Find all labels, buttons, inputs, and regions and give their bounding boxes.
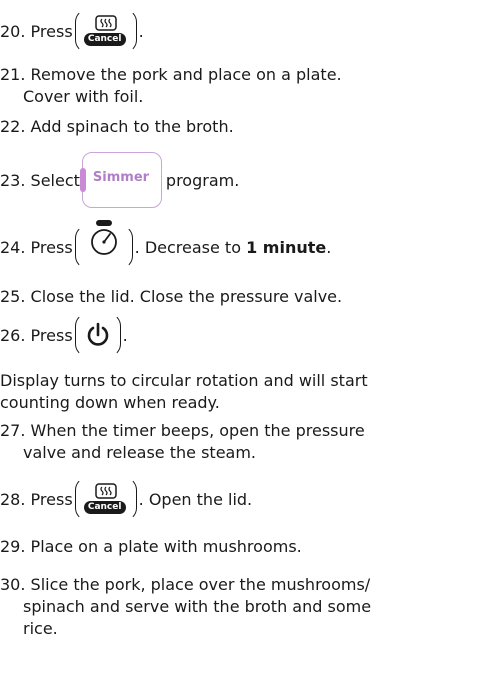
step-text: Press [30,489,73,509]
simmer-label: Simmer [92,170,150,185]
step-text: Press [30,237,73,257]
power-button-graphic [74,313,121,357]
step-number: 21. [0,65,26,84]
steam-icon [94,483,117,499]
note-line-2: counting down when ready. [0,393,220,412]
cancel-label: Cancel [83,501,126,514]
simmer-indicator-bar [79,168,86,192]
step-number: 29. [0,537,26,556]
power-icon [87,322,108,346]
step-text: Add spinach to the broth. [30,117,234,136]
step-28: 28. Press Cancel . Open the lid. [0,476,252,522]
step-text-end: . [326,237,332,257]
step-23: 23. Select Simmer program. [0,152,239,208]
step-text: Remove the pork and place on a plate. [30,65,342,84]
step-27-line2: valve and release the steam. [23,443,257,462]
cancel-button-graphic: Cancel [74,9,137,53]
cancel-button-graphic: Cancel [74,477,137,521]
step-30: 30. Slice the pork, place over the mushr… [0,574,370,596]
step-21: 21. Remove the pork and place on a plate… [0,64,342,86]
note-line-1: Display turns to circular rotation and w… [0,371,368,390]
steam-icon [94,15,117,31]
step-30-line2: spinach and serve with the broth and som… [23,597,372,616]
step-text: Press [30,21,73,41]
step-text: Close the lid. Close the pressure valve. [30,287,343,306]
step-number: 24. [0,237,26,257]
stopwatch-icon [90,220,117,255]
step-26: 26. Press . [0,312,128,358]
step-number: 22. [0,117,26,136]
step-text: When the timer beeps, open the pressure [30,421,365,440]
step-text-end: program. [165,170,240,190]
step-number: 23. [0,170,26,190]
step-29: 29. Place on a plate with mushrooms. [0,536,302,558]
step-text: Place on a plate with mushrooms. [30,537,302,556]
step-24: 24. Press . Decrease to 1 minute. [0,220,331,274]
step-number: 25. [0,287,26,306]
step-text: Select [30,170,80,190]
step-bold-duration: 1 minute [246,237,327,257]
step-27: 27. When the timer beeps, open the press… [0,420,365,442]
cancel-label: Cancel [83,33,126,46]
step-number: 20. [0,21,26,41]
step-text-end: . [122,325,128,345]
step-30-line3: rice. [23,619,58,638]
step-number: 26. [0,325,26,345]
step-20: 20. Press Cancel . [0,8,144,54]
timer-button-graphic [74,220,133,269]
step-number: 30. [0,575,26,594]
simmer-program-button-graphic: Simmer [79,152,162,208]
step-text-mid: . Decrease to [134,237,241,257]
step-22: 22. Add spinach to the broth. [0,116,234,138]
step-number: 28. [0,489,26,509]
step-number: 27. [0,421,26,440]
step-text: Press [30,325,73,345]
step-text-end: . Open the lid. [138,489,253,509]
step-25: 25. Close the lid. Close the pressure va… [0,286,342,308]
step-text: Slice the pork, place over the mushrooms… [30,575,371,594]
step-21-line2: Cover with foil. [23,87,144,106]
step-text-end: . [138,21,144,41]
